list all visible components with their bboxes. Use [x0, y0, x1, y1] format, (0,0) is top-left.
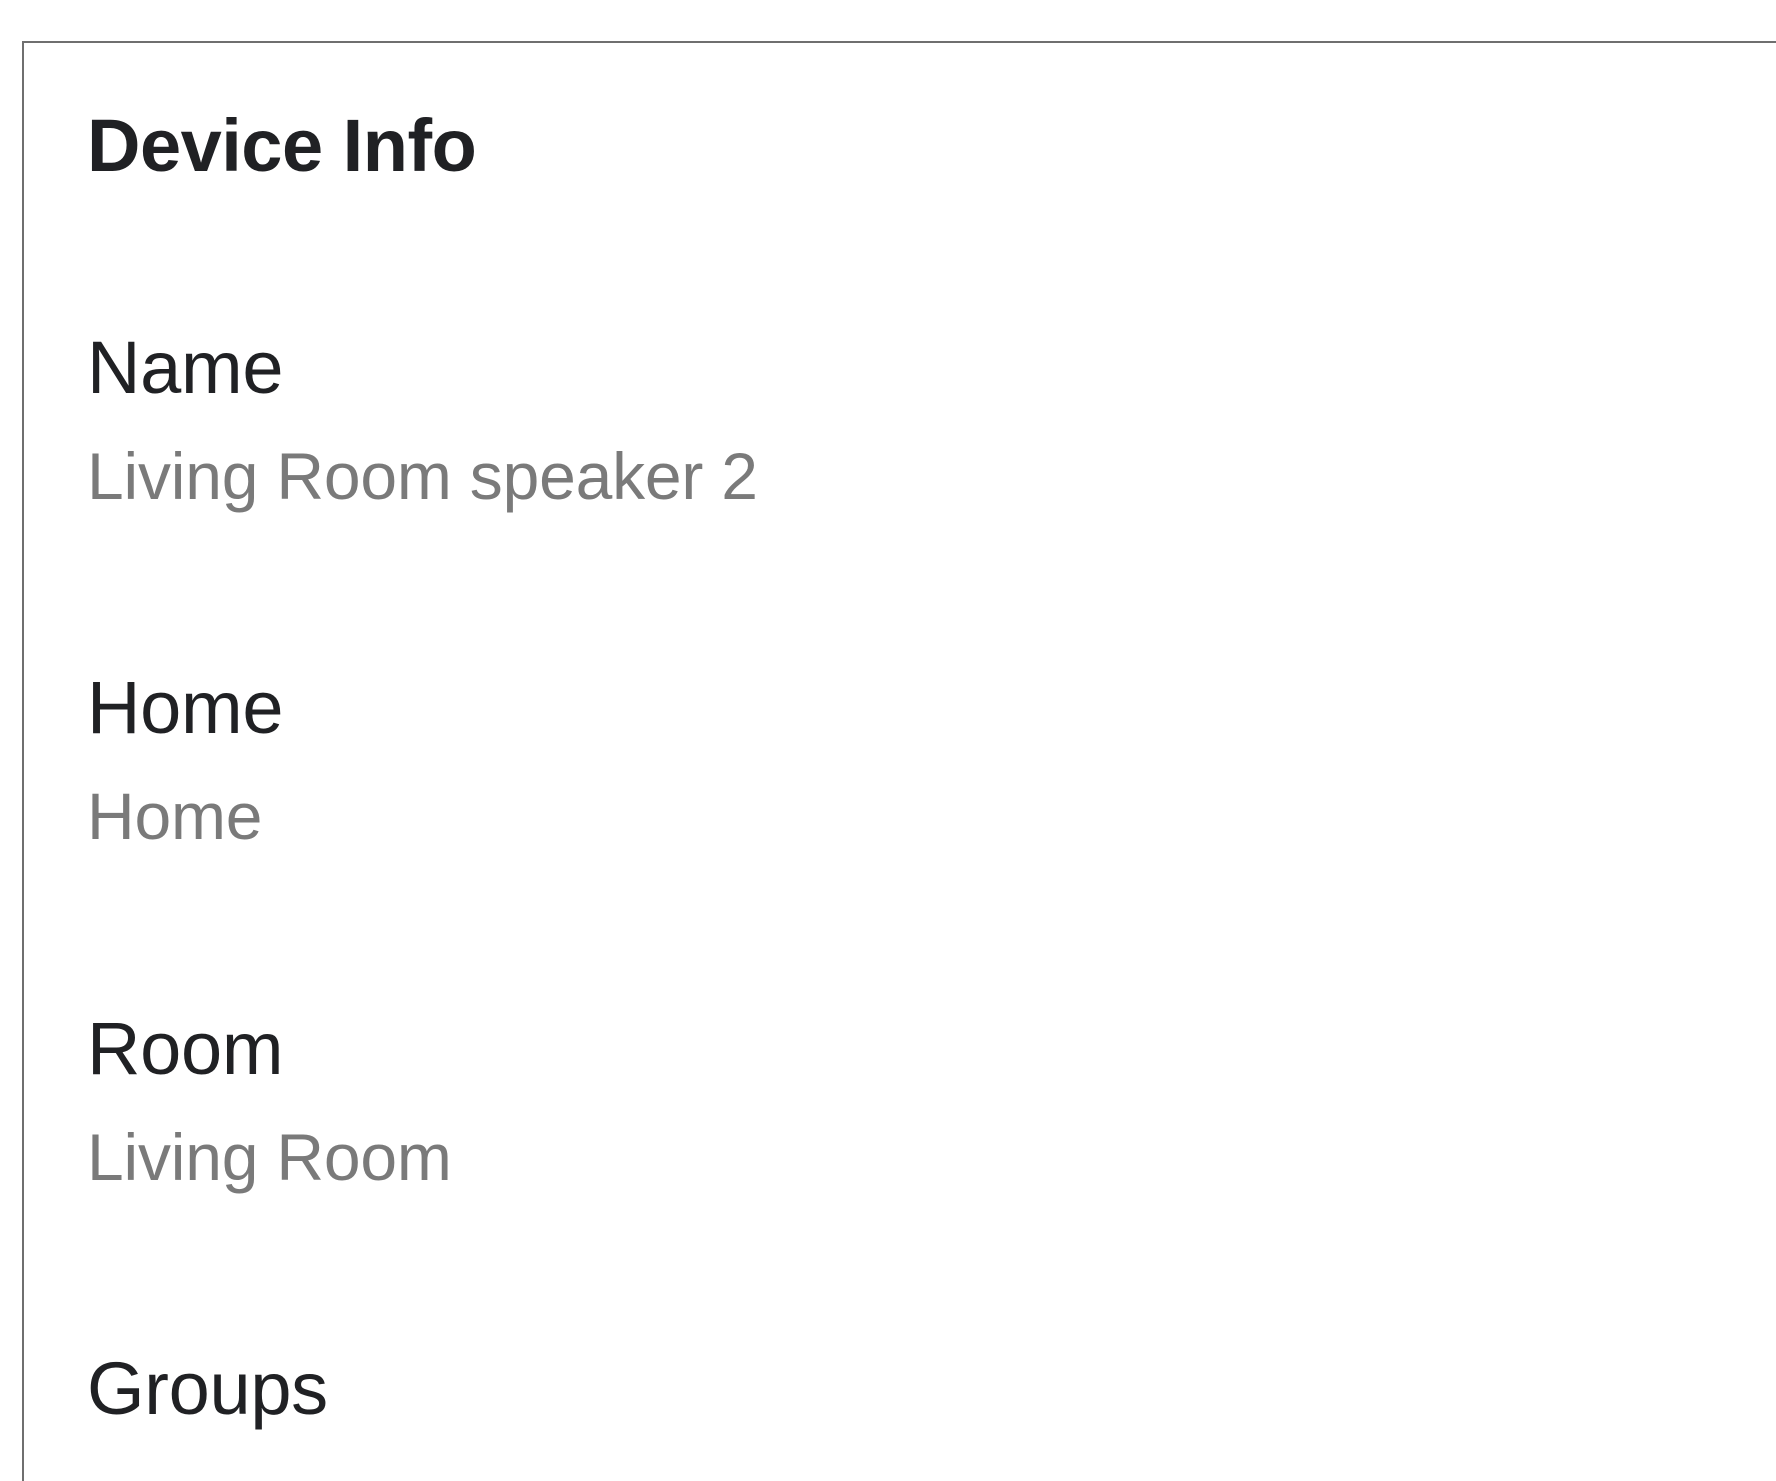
device-info-panel: Device Info Name Living Room speaker 2 H…	[22, 41, 1776, 1481]
setting-value-name: Living Room speaker 2	[87, 439, 758, 513]
setting-label-groups: Groups	[87, 1347, 328, 1430]
setting-row-home[interactable]: Home Home	[87, 666, 1687, 853]
setting-row-name[interactable]: Name Living Room speaker 2	[87, 326, 1687, 513]
section-title: Device Info	[87, 104, 477, 187]
setting-label-room: Room	[87, 1007, 284, 1090]
setting-value-home: Home	[87, 779, 263, 853]
setting-label-name: Name	[87, 326, 284, 409]
setting-value-room: Living Room	[87, 1120, 452, 1194]
setting-row-groups[interactable]: Groups	[87, 1352, 1687, 1426]
setting-label-home: Home	[87, 666, 284, 749]
setting-row-room[interactable]: Room Living Room	[87, 1007, 1687, 1194]
